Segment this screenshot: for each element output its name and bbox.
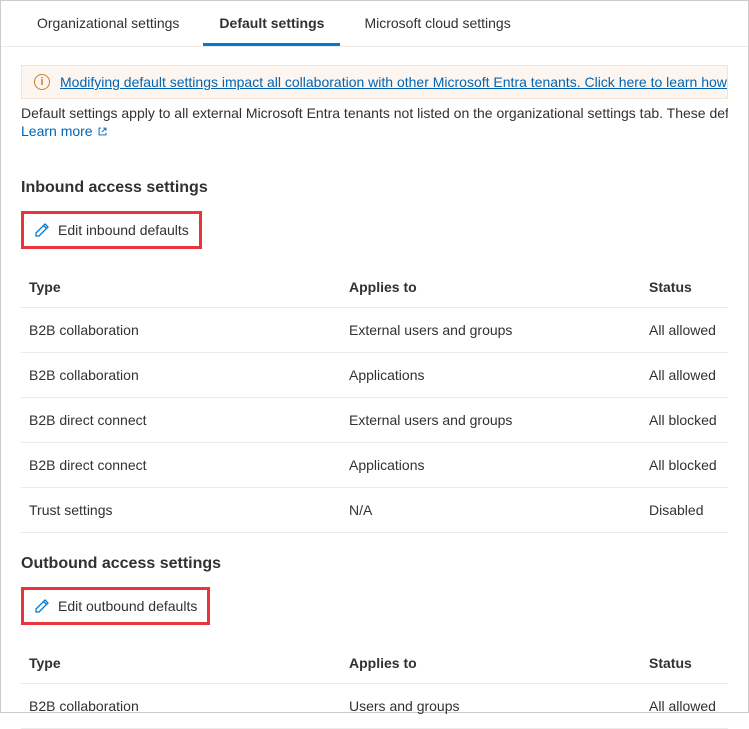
outbound-table: Type Applies to Status B2B collaboration… — [21, 643, 728, 729]
cell-applies: N/A — [349, 502, 649, 518]
col-status-header[interactable]: Status — [649, 279, 720, 295]
tab-organizational[interactable]: Organizational settings — [21, 1, 195, 46]
inbound-title: Inbound access settings — [21, 179, 728, 197]
pencil-icon — [34, 598, 50, 614]
tab-cloud[interactable]: Microsoft cloud settings — [348, 1, 526, 46]
learn-more-label: Learn more — [21, 123, 93, 139]
cell-type: B2B collaboration — [29, 367, 349, 383]
inbound-table: Type Applies to Status B2B collaboration… — [21, 267, 728, 533]
table-row: Trust settings N/A Disabled — [21, 488, 728, 533]
tab-default[interactable]: Default settings — [203, 1, 340, 46]
content-area: i Modifying default settings impact all … — [1, 47, 748, 729]
col-type-header[interactable]: Type — [29, 655, 349, 671]
cell-applies: Applications — [349, 457, 649, 473]
col-applies-header[interactable]: Applies to — [349, 279, 649, 295]
external-link-icon — [97, 126, 108, 137]
cell-applies: External users and groups — [349, 412, 649, 428]
highlight-outbound: Edit outbound defaults — [21, 587, 210, 625]
table-row: B2B direct connect Applications All bloc… — [21, 443, 728, 488]
tabs-bar: Organizational settings Default settings… — [1, 1, 748, 47]
cell-status: Disabled — [649, 502, 720, 518]
table-row: B2B collaboration Applications All allow… — [21, 353, 728, 398]
outbound-header-row: Type Applies to Status — [21, 643, 728, 684]
cell-type: B2B collaboration — [29, 322, 349, 338]
cell-status: All allowed — [649, 322, 720, 338]
learn-more-link[interactable]: Learn more — [21, 123, 108, 139]
cell-status: All allowed — [649, 367, 720, 383]
col-status-header[interactable]: Status — [649, 655, 720, 671]
edit-inbound-button[interactable]: Edit inbound defaults — [24, 214, 199, 246]
banner-link[interactable]: Modifying default settings impact all co… — [60, 74, 728, 90]
table-row: B2B collaboration External users and gro… — [21, 308, 728, 353]
cell-status: All blocked — [649, 457, 720, 473]
info-icon: i — [34, 74, 50, 90]
info-banner: i Modifying default settings impact all … — [21, 65, 728, 99]
table-row: B2B collaboration Users and groups All a… — [21, 684, 728, 729]
edit-inbound-label: Edit inbound defaults — [58, 222, 189, 238]
cell-applies: External users and groups — [349, 322, 649, 338]
outbound-title: Outbound access settings — [21, 555, 728, 573]
col-type-header[interactable]: Type — [29, 279, 349, 295]
cell-applies: Users and groups — [349, 698, 649, 714]
page-root: Organizational settings Default settings… — [1, 1, 748, 729]
pencil-icon — [34, 222, 50, 238]
table-row: B2B direct connect External users and gr… — [21, 398, 728, 443]
highlight-inbound: Edit inbound defaults — [21, 211, 202, 249]
cell-status: All blocked — [649, 412, 720, 428]
edit-outbound-label: Edit outbound defaults — [58, 598, 197, 614]
cell-applies: Applications — [349, 367, 649, 383]
col-applies-header[interactable]: Applies to — [349, 655, 649, 671]
cell-type: B2B direct connect — [29, 412, 349, 428]
cell-type: B2B collaboration — [29, 698, 349, 714]
cell-type: Trust settings — [29, 502, 349, 518]
cell-status: All allowed — [649, 698, 720, 714]
cell-type: B2B direct connect — [29, 457, 349, 473]
description-text: Default settings apply to all external M… — [21, 105, 728, 121]
inbound-header-row: Type Applies to Status — [21, 267, 728, 308]
edit-outbound-button[interactable]: Edit outbound defaults — [24, 590, 207, 622]
